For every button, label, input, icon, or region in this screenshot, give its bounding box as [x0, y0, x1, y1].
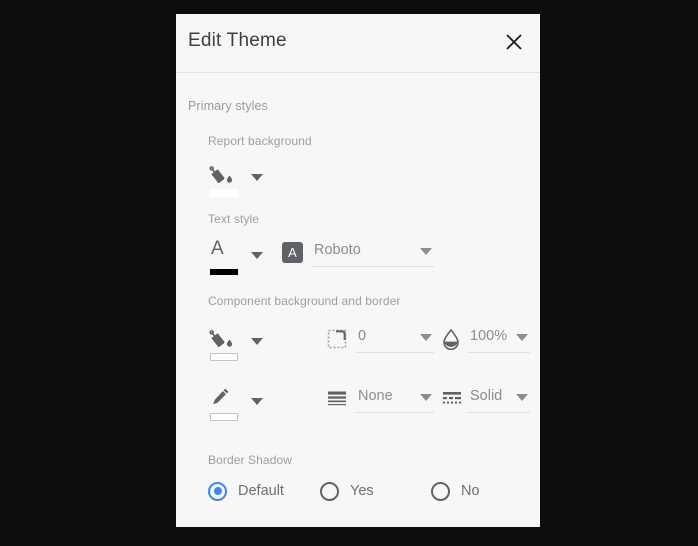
component-fill-chevron-down-icon[interactable]: [250, 334, 264, 348]
border-radius-select[interactable]: 0: [356, 326, 434, 353]
component-fill-color-swatch: [210, 353, 238, 361]
radio-label: Default: [238, 483, 284, 499]
opacity-select[interactable]: 100%: [468, 326, 530, 353]
border-weight-value: None: [358, 388, 393, 404]
border-style-value: Solid: [470, 388, 503, 404]
label-border-shadow: Border Shadow: [208, 453, 293, 467]
border-radius-value: 0: [358, 328, 367, 344]
component-fill-color-button[interactable]: [208, 325, 242, 361]
radio-mark: [431, 481, 450, 501]
border-color-chevron-down-icon[interactable]: [250, 394, 264, 408]
dialog-header: Edit Theme: [176, 14, 540, 73]
border-style-icon: [441, 389, 463, 411]
label-component-background-and-border: Component background and border: [208, 294, 401, 308]
border-radius-icon: [326, 328, 348, 350]
border-radius-chevron-down-icon: [420, 334, 432, 344]
report-background-chevron-down-icon[interactable]: [250, 170, 264, 184]
text-color-icon: A: [211, 238, 224, 259]
label-report-background: Report background: [208, 134, 312, 148]
radio-border-shadow-yes[interactable]: Yes: [320, 478, 374, 504]
text-background-icon[interactable]: A: [282, 242, 303, 263]
border-weight-select[interactable]: None: [356, 386, 434, 413]
border-color-button[interactable]: [208, 385, 242, 421]
report-background-color-button[interactable]: [208, 161, 242, 197]
text-color-swatch: [210, 269, 238, 275]
border-style-chevron-down-icon: [516, 394, 528, 404]
close-button[interactable]: [498, 26, 530, 58]
radio-mark-selected: [208, 481, 227, 501]
opacity-droplet-icon: [441, 328, 463, 351]
report-background-color-swatch: [210, 189, 238, 197]
section-title-primary-styles: Primary styles: [188, 99, 268, 113]
close-icon: [506, 34, 522, 50]
radio-border-shadow-no[interactable]: No: [431, 478, 480, 504]
text-color-chevron-down-icon[interactable]: [250, 248, 264, 262]
opacity-value: 100%: [470, 328, 508, 344]
label-text-style: Text style: [208, 212, 260, 226]
page-title: Edit Theme: [188, 30, 287, 51]
border-weight-chevron-down-icon: [420, 394, 432, 404]
font-family-select[interactable]: Roboto: [312, 240, 434, 267]
border-style-select[interactable]: Solid: [468, 386, 530, 413]
pencil-icon: [208, 385, 242, 411]
radio-label: No: [461, 483, 480, 499]
paint-bucket-icon: [208, 161, 242, 187]
paint-bucket-icon: [208, 325, 242, 351]
radio-mark: [320, 481, 339, 501]
text-color-button[interactable]: A: [208, 238, 242, 275]
font-family-value: Roboto: [314, 242, 361, 258]
opacity-chevron-down-icon: [516, 334, 528, 344]
radio-label: Yes: [350, 483, 374, 499]
font-family-chevron-down-icon: [420, 248, 432, 258]
edit-theme-dialog: Edit Theme Primary styles Report backgro…: [176, 14, 540, 527]
border-color-swatch: [210, 413, 238, 421]
border-weight-icon: [326, 389, 348, 411]
dialog-body: Primary styles Report background Text st…: [176, 73, 540, 527]
radio-border-shadow-default[interactable]: Default: [208, 478, 284, 504]
